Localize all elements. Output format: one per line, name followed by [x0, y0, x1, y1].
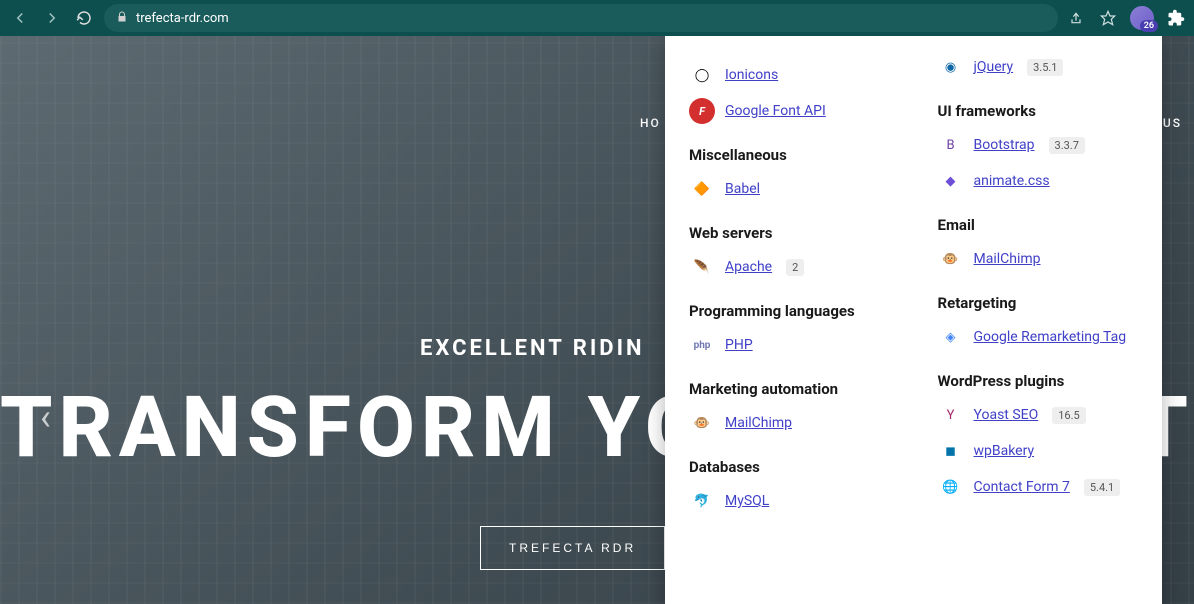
tech-link[interactable]: MailChimp [725, 415, 792, 431]
tech-icon: 🐵 [689, 410, 715, 436]
tech-icon: ◼ [938, 438, 964, 464]
tech-section: Email 🐵 MailChimp [938, 216, 1139, 272]
tech-icon: 🐵 [938, 246, 964, 272]
popup-right-column: ◉ jQuery 3.5.1 UI frameworks B Bootstrap 3.3.7… [914, 36, 1163, 604]
tech-section: UI frameworks B Bootstrap 3.3.7 ◆ animate.css [938, 102, 1139, 194]
tech-link[interactable]: MailChimp [974, 251, 1041, 267]
bookmark-icon[interactable] [1098, 8, 1118, 28]
tech-version: 3.5.1 [1027, 59, 1063, 76]
tech-icon: B [938, 132, 964, 158]
tech-section: Programming languages php PHP [689, 302, 890, 358]
tech-item: 🔶 Babel [689, 176, 890, 202]
tech-link[interactable]: animate.css [974, 173, 1050, 189]
forward-button[interactable] [40, 6, 64, 30]
tech-item: 🐬 MySQL [689, 488, 890, 514]
tech-link[interactable]: Google Remarketing Tag [974, 329, 1127, 345]
section-title: Retargeting [938, 294, 1139, 312]
tech-icon: ◆ [938, 168, 964, 194]
tech-item: php PHP [689, 332, 890, 358]
tech-item: 🌐 Contact Form 7 5.4.1 [938, 474, 1139, 500]
profile-avatar[interactable]: 26 [1130, 6, 1154, 30]
tech-link[interactable]: MySQL [725, 493, 769, 509]
tech-icon: 🐬 [689, 488, 715, 514]
tech-item: 🐵 MailChimp [689, 410, 890, 436]
section-title: WordPress plugins [938, 372, 1139, 390]
section-title: Email [938, 216, 1139, 234]
tech-item: ◈ Google Remarketing Tag [938, 324, 1139, 350]
tech-link[interactable]: Bootstrap [974, 137, 1035, 153]
back-button[interactable] [8, 6, 32, 30]
nav-item-left[interactable]: HO [640, 116, 661, 130]
tech-section: WordPress plugins Y Yoast SEO 16.5 ◼ wpBakery… [938, 372, 1139, 500]
tech-link[interactable]: Apache [725, 259, 772, 275]
tech-item: 🪶 Apache 2 [689, 254, 890, 280]
tech-item: ◆ animate.css [938, 168, 1139, 194]
tech-version: 2 [786, 259, 804, 276]
tech-item: ◯ Ionicons [689, 62, 890, 88]
tech-section: ◉ jQuery 3.5.1 [938, 54, 1139, 80]
tech-link[interactable]: jQuery [974, 59, 1014, 75]
tech-link[interactable]: Babel [725, 181, 760, 197]
tech-icon: ◯ [689, 62, 715, 88]
profile-badge: 26 [1140, 20, 1158, 32]
cta-button[interactable]: TREFECTA RDR [480, 526, 665, 570]
lock-icon [116, 11, 128, 26]
url-text: trefecta-rdr.com [136, 11, 229, 26]
tech-item: Y Yoast SEO 16.5 [938, 402, 1139, 428]
tech-section: Retargeting ◈ Google Remarketing Tag [938, 294, 1139, 350]
wappalyzer-popup: ◯ Ionicons F Google Font API Miscellaneous 🔶 B… [665, 36, 1162, 604]
section-title: Databases [689, 458, 890, 476]
section-title: UI frameworks [938, 102, 1139, 120]
reload-button[interactable] [72, 6, 96, 30]
tech-icon: Y [938, 402, 964, 428]
tech-item: 🐵 MailChimp [938, 246, 1139, 272]
address-bar[interactable]: trefecta-rdr.com [104, 4, 1058, 32]
tech-icon: F [689, 98, 715, 124]
tech-icon: 🪶 [689, 254, 715, 280]
tech-link[interactable]: Ionicons [725, 67, 778, 83]
tech-link[interactable]: Contact Form 7 [974, 479, 1070, 495]
tech-section: Miscellaneous 🔶 Babel [689, 146, 890, 202]
section-title: Web servers [689, 224, 890, 242]
tech-item: ◼ wpBakery [938, 438, 1139, 464]
extensions-icon[interactable] [1166, 8, 1186, 28]
popup-left-column: ◯ Ionicons F Google Font API Miscellaneous 🔶 B… [665, 36, 914, 604]
tech-icon: ◈ [938, 324, 964, 350]
page-content: HO US ‹ EXCELLENT RIDIN TRANSFORM YO T T… [0, 36, 1194, 604]
tech-item: ◉ jQuery 3.5.1 [938, 54, 1139, 80]
tech-icon: php [689, 332, 715, 358]
tech-version: 5.4.1 [1084, 479, 1120, 496]
tech-link[interactable]: Google Font API [725, 103, 826, 119]
tech-icon: ◉ [938, 54, 964, 80]
tech-item: B Bootstrap 3.3.7 [938, 132, 1139, 158]
tech-link[interactable]: Yoast SEO [974, 407, 1039, 423]
tech-section: Web servers 🪶 Apache 2 [689, 224, 890, 280]
tech-version: 3.3.7 [1049, 137, 1085, 154]
tech-icon: 🔶 [689, 176, 715, 202]
share-icon[interactable] [1066, 8, 1086, 28]
section-title: Miscellaneous [689, 146, 890, 164]
toolbar-right: 26 [1066, 6, 1186, 30]
nav-item-right[interactable]: US [1163, 116, 1182, 130]
section-title: Marketing automation [689, 380, 890, 398]
tech-section: Marketing automation 🐵 MailChimp [689, 380, 890, 436]
tech-link[interactable]: wpBakery [974, 443, 1035, 459]
tech-version: 16.5 [1052, 407, 1085, 424]
browser-toolbar: trefecta-rdr.com 26 [0, 0, 1194, 36]
tech-item: F Google Font API [689, 98, 890, 124]
tech-section: ◯ Ionicons F Google Font API [689, 62, 890, 124]
tech-link[interactable]: PHP [725, 337, 753, 353]
section-title: Programming languages [689, 302, 890, 320]
tech-icon: 🌐 [938, 474, 964, 500]
tech-section: Databases 🐬 MySQL [689, 458, 890, 514]
